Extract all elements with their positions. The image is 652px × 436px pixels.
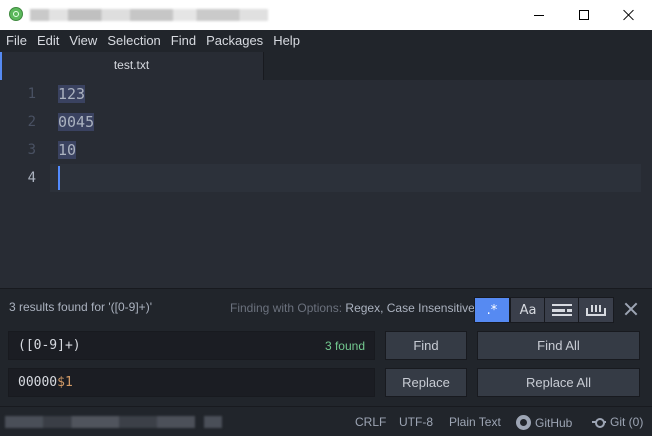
case-sensitive-toggle-button[interactable]: Aa <box>510 297 546 323</box>
find-options-summary: Finding with Options: Regex, Case Insens… <box>230 301 475 315</box>
maximize-icon <box>579 10 589 20</box>
text-editor[interactable]: 1 2 3 4 123 0045 10 <box>0 80 652 288</box>
file-path-blurred <box>5 416 195 428</box>
whole-word-toggle-button[interactable] <box>578 297 614 323</box>
find-replace-panel: 3 results found for '([0-9]+)' Finding w… <box>0 288 652 406</box>
maximize-button[interactable] <box>561 0 607 30</box>
close-panel-icon[interactable] <box>624 302 638 316</box>
vertical-scrollbar[interactable] <box>641 80 652 288</box>
whole-word-icon <box>586 305 606 316</box>
menu-view[interactable]: View <box>64 30 102 52</box>
line-number: 1 <box>27 86 36 102</box>
code-line[interactable]: 123 <box>58 81 86 107</box>
line-number: 3 <box>27 142 36 158</box>
menu-edit[interactable]: Edit <box>32 30 64 52</box>
git-commit-icon <box>592 417 606 428</box>
menu-find[interactable]: Find <box>166 30 201 52</box>
window-title-blurred <box>30 9 268 21</box>
found-count-badge: 3 found <box>324 339 365 353</box>
search-match: 10 <box>58 141 77 159</box>
tab-test-txt[interactable]: test.txt <box>0 52 264 80</box>
github-button[interactable]: GitHub <box>516 415 572 430</box>
line-ending-selector[interactable]: CRLF <box>355 415 386 429</box>
search-match: 0045 <box>58 113 95 131</box>
regex-toggle-button[interactable]: .* <box>474 297 510 323</box>
code-line[interactable]: 10 <box>58 137 77 163</box>
tab-bar: test.txt <box>0 52 652 80</box>
encoding-selector[interactable]: UTF-8 <box>399 415 433 429</box>
case-icon: Aa <box>519 302 537 318</box>
replace-input[interactable]: 00000$1 <box>8 368 375 397</box>
grammar-selector[interactable]: Plain Text <box>449 415 501 429</box>
line-number-gutter: 1 2 3 4 <box>0 80 50 288</box>
replace-capture-variable: $1 <box>57 375 73 390</box>
in-selection-toggle-button[interactable] <box>544 297 580 323</box>
menu-file[interactable]: File <box>1 30 32 52</box>
find-input-value: ([0-9]+) <box>18 338 81 353</box>
selection-icon <box>552 304 572 316</box>
find-results-summary: 3 results found for '([0-9]+)' <box>9 300 152 314</box>
line-number-active: 4 <box>27 170 36 186</box>
close-window-button[interactable] <box>606 0 652 30</box>
status-bar: CRLF UTF-8 Plain Text GitHub Git (0) <box>0 406 652 436</box>
replace-all-button[interactable]: Replace All <box>477 368 640 397</box>
find-button[interactable]: Find <box>385 331 467 360</box>
code-line[interactable]: 0045 <box>58 109 95 135</box>
replace-button[interactable]: Replace <box>385 368 467 397</box>
replace-literal: 00000 <box>18 375 58 390</box>
atom-app-icon <box>9 7 23 21</box>
regex-icon: .* <box>486 302 498 318</box>
options-value: Regex, Case Insensitive <box>345 301 475 315</box>
cursor-line-highlight <box>50 164 641 192</box>
github-label: GitHub <box>535 415 573 430</box>
title-bar <box>0 0 652 30</box>
github-icon <box>516 415 531 430</box>
text-cursor <box>58 166 60 190</box>
minimize-icon <box>534 14 544 16</box>
menu-bar: File Edit View Selection Find Packages H… <box>0 30 652 52</box>
options-prefix: Finding with Options: <box>230 301 343 315</box>
close-icon <box>623 9 635 21</box>
git-label: Git (0) <box>610 415 644 429</box>
find-input[interactable]: ([0-9]+) 3 found <box>8 331 375 360</box>
git-button[interactable]: Git (0) <box>592 415 643 429</box>
minimize-button[interactable] <box>516 0 562 30</box>
search-match: 123 <box>58 85 86 103</box>
menu-help[interactable]: Help <box>268 30 305 52</box>
find-all-button[interactable]: Find All <box>477 331 640 360</box>
line-number: 2 <box>27 114 36 130</box>
cursor-position-blurred <box>204 416 222 428</box>
menu-packages[interactable]: Packages <box>201 30 268 52</box>
replace-input-value: 00000$1 <box>18 375 73 390</box>
tab-label: test.txt <box>113 58 150 72</box>
menu-selection[interactable]: Selection <box>102 30 165 52</box>
